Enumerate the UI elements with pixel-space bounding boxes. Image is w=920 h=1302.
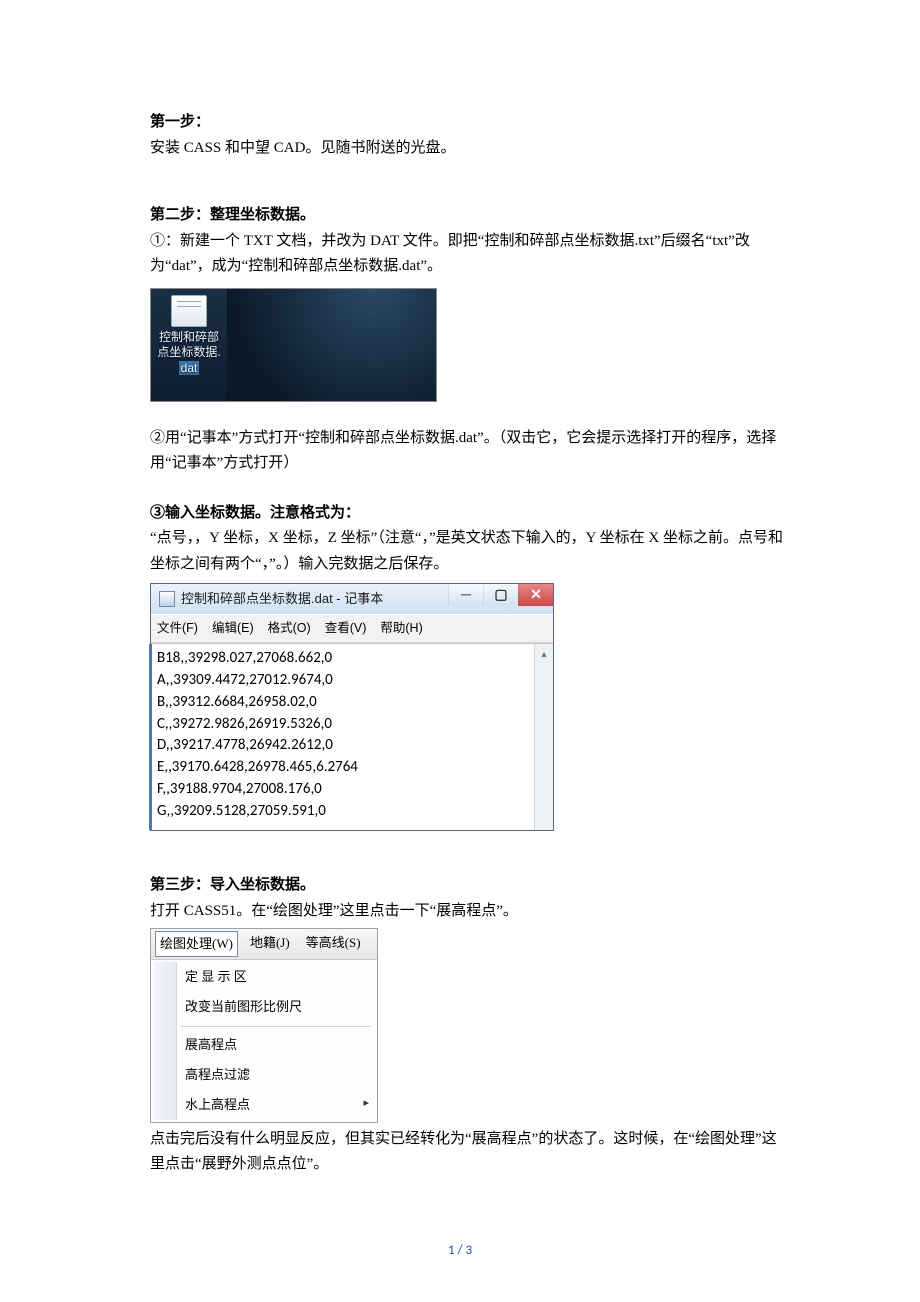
step2-title: 第二步：整理坐标数据。	[150, 203, 790, 229]
step3-title: 第三步：导入坐标数据。	[150, 873, 790, 899]
notepad-text[interactable]: B18,,39298.027,27068.662,0 A,,39309.4472…	[157, 648, 547, 822]
notepad-title-text: 控制和碎部点坐标数据.dat - 记事本	[181, 588, 383, 610]
notepad-titlebar: 控制和碎部点坐标数据.dat - 记事本 ─ ▢ ✕	[151, 584, 553, 614]
menu-format[interactable]: 格式(O)	[268, 618, 311, 639]
file-label: 控制和碎部 点坐标数据. dat	[157, 330, 220, 377]
minimize-button[interactable]: ─	[448, 584, 483, 606]
menu-item-water-elevation[interactable]: 水上高程点	[151, 1090, 377, 1120]
desktop-thumbnail: 控制和碎部 点坐标数据. dat	[150, 288, 437, 402]
menu-edit[interactable]: 编辑(E)	[212, 618, 254, 639]
notepad-menu-bar: 文件(F) 编辑(E) 格式(O) 查看(V) 帮助(H)	[151, 614, 553, 643]
selection-stripe	[149, 644, 152, 830]
menu-file[interactable]: 文件(F)	[157, 618, 198, 639]
menu-cadastre[interactable]: 地籍(J)	[246, 931, 294, 957]
menu-help[interactable]: 帮助(H)	[380, 618, 422, 639]
close-button[interactable]: ✕	[518, 584, 553, 606]
menu-separator	[181, 1026, 371, 1027]
file-icon	[171, 295, 207, 327]
cass-menu-bar: 绘图处理(W) 地籍(J) 等高线(S)	[151, 929, 377, 960]
step2-p1: ①：新建一个 TXT 文档，并改为 DAT 文件。即把“控制和碎部点坐标数据.t…	[150, 229, 790, 280]
cass-menu: 绘图处理(W) 地籍(J) 等高线(S) 定 显 示 区 改变当前图形比例尺 展…	[150, 928, 378, 1123]
notepad-window: 控制和碎部点坐标数据.dat - 记事本 ─ ▢ ✕ 文件(F) 编辑(E) 格…	[150, 583, 554, 831]
step3-p1: 打开 CASS51。在“绘图处理”这里点击一下“展高程点”。	[150, 899, 790, 925]
scrollbar-vertical[interactable]	[534, 644, 553, 830]
menu-item-change-scale[interactable]: 改变当前图形比例尺	[151, 992, 377, 1022]
desktop-background	[227, 289, 436, 401]
menu-drawprocess[interactable]: 绘图处理(W)	[155, 931, 238, 957]
step2-p3-title: ③输入坐标数据。注意格式为：	[150, 501, 790, 527]
menu-view[interactable]: 查看(V)	[325, 618, 367, 639]
page-footer: 1 / 3	[0, 1240, 920, 1262]
notepad-icon	[159, 591, 175, 607]
step1-title: 第一步：	[150, 110, 790, 136]
menu-item-display-area[interactable]: 定 显 示 区	[151, 962, 377, 992]
menu-contour[interactable]: 等高线(S)	[302, 931, 365, 957]
desktop-file-icon[interactable]: 控制和碎部 点坐标数据. dat	[151, 289, 227, 401]
step3-p2: 点击完后没有什么明显反应，但其实已经转化为“展高程点”的状态了。这时候，在“绘图…	[150, 1127, 790, 1178]
cass-menu-dropdown: 定 显 示 区 改变当前图形比例尺 展高程点 高程点过滤 水上高程点	[151, 960, 377, 1121]
menu-item-filter-elevation[interactable]: 高程点过滤	[151, 1060, 377, 1090]
step1-body: 安装 CASS 和中望 CAD。见随书附送的光盘。	[150, 136, 790, 162]
menu-item-show-elevation[interactable]: 展高程点	[151, 1030, 377, 1060]
step2-p2: ②用“记事本”方式打开“控制和碎部点坐标数据.dat”。（双击它，它会提示选择打…	[150, 426, 790, 477]
step2-p3-body: “点号，，Y 坐标，X 坐标，Z 坐标”（注意“，”是英文状态下输入的，Y 坐标…	[150, 526, 790, 577]
notepad-body[interactable]: B18,,39298.027,27068.662,0 A,,39309.4472…	[151, 643, 553, 830]
maximize-button[interactable]: ▢	[483, 584, 518, 606]
